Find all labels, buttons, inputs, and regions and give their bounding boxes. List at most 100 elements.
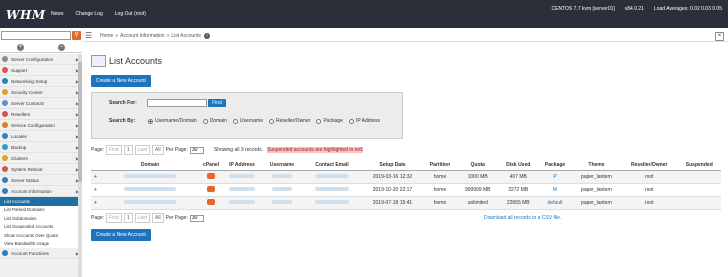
sidebar-item[interactable]: System Reboot▶ xyxy=(0,164,81,175)
table-row[interactable]: + 2019-10-20 22:17 home 999999 MB 3272 M… xyxy=(91,183,721,197)
column-header[interactable]: Theme xyxy=(572,160,621,171)
column-header[interactable]: Setup Date xyxy=(362,160,423,171)
search-by-option[interactable]: Reseller/Owner xyxy=(269,118,310,124)
search-by-option[interactable]: Package xyxy=(316,118,343,124)
sidebar-item[interactable]: Resellers▶ xyxy=(0,109,81,120)
sidebar-item[interactable]: Locales▶ xyxy=(0,131,81,142)
per-page-input[interactable] xyxy=(189,146,204,154)
sidebar-item[interactable]: Server Status▶ xyxy=(0,175,81,186)
menu-toggle-icon[interactable]: ☰ xyxy=(85,31,94,40)
sidebar-item[interactable]: Service Configuration▶ xyxy=(0,120,81,131)
domain-redacted[interactable] xyxy=(124,200,176,204)
sidebar-subitem[interactable]: View Bandwidth Usage xyxy=(0,239,81,248)
sidebar-item[interactable]: Account Functions▶ xyxy=(0,248,81,259)
records-count: Showing all 3 records. xyxy=(213,147,264,153)
breadcrumb-home[interactable]: Home xyxy=(100,33,113,39)
search-by-option[interactable]: Username/Domain xyxy=(148,118,197,124)
pager-all[interactable]: All xyxy=(152,145,164,155)
search-input[interactable] xyxy=(1,31,71,40)
pager-all[interactable]: All xyxy=(152,213,164,223)
sidebar-item[interactable]: Security Center▶ xyxy=(0,87,81,98)
expand-all-icon[interactable]: + xyxy=(17,44,24,51)
close-icon[interactable]: × xyxy=(715,32,724,41)
sidebar-subitem[interactable]: List Suspended Accounts xyxy=(0,222,81,231)
column-header[interactable]: Username xyxy=(262,160,302,171)
sidebar-item[interactable]: Networking Setup▶ xyxy=(0,76,81,87)
sidebar-item[interactable]: Server Contacts▶ xyxy=(0,98,81,109)
pager-page-1[interactable]: 1 xyxy=(123,145,133,155)
radio-button[interactable] xyxy=(148,118,153,124)
column-header[interactable]: Disk Used xyxy=(498,160,538,171)
column-header[interactable]: IP Address xyxy=(222,160,262,171)
radio-button[interactable] xyxy=(316,118,322,124)
sidebar-item[interactable]: Account Information▶ xyxy=(0,186,81,197)
help-icon[interactable]: ? xyxy=(203,32,210,39)
sidebar-item[interactable]: Backup▶ xyxy=(0,142,81,153)
cpanel-icon[interactable] xyxy=(207,186,215,192)
column-header[interactable]: Domain xyxy=(100,160,200,171)
column-header[interactable]: Package xyxy=(537,160,573,171)
search-by-option[interactable]: Domain xyxy=(202,118,227,124)
column-header[interactable]: Quota xyxy=(457,160,499,171)
create-account-button-bottom[interactable]: Create a New Account xyxy=(91,229,151,241)
pager-last[interactable]: Last xyxy=(134,145,151,155)
collapse-all-icon[interactable]: − xyxy=(58,44,65,51)
pager-page-1[interactable]: 1 xyxy=(123,213,133,223)
sidebar-item-label: Account Functions xyxy=(11,250,49,256)
cpanel-icon[interactable] xyxy=(207,173,215,179)
theme: paper_lantern xyxy=(572,196,621,210)
column-header[interactable]: Partition xyxy=(422,160,457,171)
change-log-link[interactable]: Change Log xyxy=(76,11,103,17)
search-for-input[interactable] xyxy=(147,99,207,107)
sidebar-item[interactable]: Clusters▶ xyxy=(0,153,81,164)
per-page-input[interactable] xyxy=(189,214,204,222)
sidebar-item-label: Networking Setup xyxy=(11,78,48,84)
pager-bottom: Page: First 1 Last All Per Page: xyxy=(91,213,204,223)
radio-button[interactable] xyxy=(202,118,208,124)
column-header[interactable]: Reseller/Owner xyxy=(620,160,678,171)
table-row[interactable]: + 2019-03-16 12:32 home 1000 MB 407 MB P… xyxy=(91,170,721,184)
sidebar-scrollbar[interactable] xyxy=(78,54,82,277)
column-header[interactable]: Contact Email xyxy=(302,160,362,171)
radio-button[interactable] xyxy=(348,118,354,124)
sidebar-subitem[interactable]: List Parked Domains xyxy=(0,205,81,214)
expand-row-icon[interactable]: + xyxy=(94,187,97,193)
package-link[interactable]: M xyxy=(553,187,557,193)
ip-redacted xyxy=(229,187,255,191)
logout-link[interactable]: Log Out (root) xyxy=(115,11,146,17)
scrollbar-thumb[interactable] xyxy=(78,62,82,182)
radio-button[interactable] xyxy=(269,118,274,124)
sidebar-subitem[interactable]: Show Accounts Over Quota xyxy=(0,231,81,240)
sidebar: Server Configuration▶Support▶Networking … xyxy=(0,54,82,277)
sidebar-subitem[interactable]: List Accounts xyxy=(0,197,81,206)
pager-first[interactable]: First xyxy=(106,213,122,223)
package-link[interactable]: default xyxy=(548,200,563,206)
domain-redacted[interactable] xyxy=(124,187,176,191)
column-header[interactable]: Suspended xyxy=(677,160,721,171)
suspended xyxy=(677,196,721,210)
top-pager-row: Page: First 1 Last All Per Page: Showing… xyxy=(91,145,721,155)
column-header[interactable]: cPanel xyxy=(200,160,222,171)
whm-logo[interactable]: WHM xyxy=(6,8,46,22)
find-button[interactable]: Find xyxy=(208,99,226,107)
create-account-button[interactable]: Create a New Account xyxy=(91,75,151,87)
breadcrumb-section[interactable]: Account Information xyxy=(120,33,164,39)
cpanel-icon[interactable] xyxy=(207,199,215,205)
package-link[interactable]: P xyxy=(553,174,556,180)
sidebar-subitem[interactable]: List Subdomains xyxy=(0,214,81,223)
expand-row-icon[interactable]: + xyxy=(94,174,97,180)
pager-first[interactable]: First xyxy=(106,145,122,155)
pager-last[interactable]: Last xyxy=(134,213,151,223)
table-row[interactable]: + 2019-07-18 15:41 home unlimited 22655 … xyxy=(91,196,721,210)
domain-redacted[interactable] xyxy=(124,174,176,178)
search-by-option[interactable]: IP Address xyxy=(348,118,380,124)
radio-button[interactable] xyxy=(232,118,238,124)
search-icon[interactable]: ⚲ xyxy=(72,31,81,40)
download-csv-link[interactable]: Download all records to a CSV file. xyxy=(484,215,561,221)
news-link[interactable]: News xyxy=(51,11,64,17)
expand-row-icon[interactable]: + xyxy=(94,200,97,206)
sidebar-item[interactable]: Support▶ xyxy=(0,65,81,76)
sidebar-toggles: + − xyxy=(0,43,82,53)
search-by-option[interactable]: Username xyxy=(232,118,263,124)
sidebar-item[interactable]: Server Configuration▶ xyxy=(0,54,81,65)
